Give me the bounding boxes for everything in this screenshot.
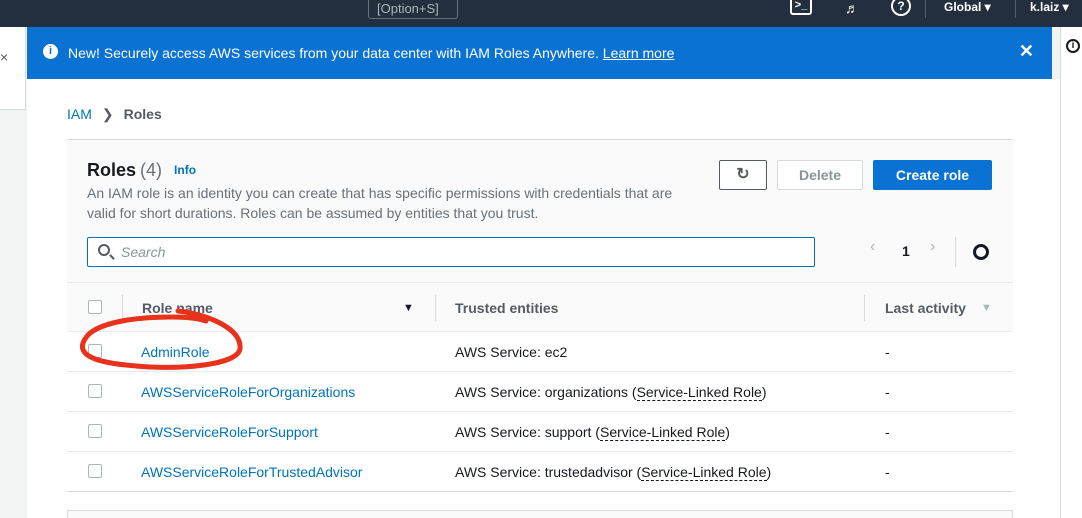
account-menu[interactable]: k.laiz ▾ [1030, 0, 1069, 14]
trusted-entity-text: AWS Service: support ( [455, 424, 600, 440]
service-linked-role-tooltip[interactable]: Service-Linked Role [636, 384, 762, 401]
page-title: Roles (4) Info [87, 160, 196, 181]
trusted-entity-text: AWS Service: organizations ( [455, 384, 637, 400]
side-nav-collapsed: × [0, 27, 26, 110]
chevron-right-icon: ❯ [101, 106, 114, 122]
banner-message: New! Securely access AWS services from y… [68, 45, 674, 61]
previous-page-icon[interactable]: ‹ [870, 238, 875, 256]
info-icon[interactable]: i [1066, 39, 1080, 53]
role-name-link[interactable]: AWSServiceRoleForTrustedAdvisor [141, 464, 362, 480]
row-checkbox[interactable] [88, 384, 102, 398]
table-row: AdminRole AWS Service: ec2 - [67, 332, 1013, 372]
create-role-button[interactable]: Create role [873, 160, 992, 190]
column-header-role-name[interactable]: Role name [142, 300, 213, 316]
column-divider[interactable] [864, 295, 865, 321]
close-icon[interactable]: × [0, 49, 8, 65]
row-checkbox[interactable] [88, 344, 102, 358]
search-shortcut-hint[interactable]: [Option+S] [368, 0, 458, 19]
trusted-entity-text: AWS Service: trustedadvisor ( [455, 464, 642, 480]
search-field[interactable] [87, 237, 815, 267]
region-selector[interactable]: Global ▾ [944, 0, 991, 14]
page-number[interactable]: 1 [902, 243, 910, 259]
trusted-entity: AWS Service: organizations (Service-Link… [455, 384, 767, 401]
sort-icon[interactable]: ▼ [981, 302, 992, 314]
table-row: AWSServiceRoleForTrustedAdvisor AWS Serv… [67, 452, 1013, 492]
refresh-icon: ↻ [736, 166, 750, 183]
bell-icon[interactable]: ♬ [840, 0, 864, 20]
search-input[interactable] [121, 242, 801, 262]
delete-button[interactable]: Delete [777, 160, 863, 190]
service-linked-role-tooltip[interactable]: Service-Linked Role [599, 424, 726, 441]
last-activity: - [885, 344, 890, 360]
main-content: IAM ❯ Roles Roles (4) Info An IAM role is an… [27, 79, 1060, 518]
notification-banner: i New! Securely access AWS services from… [27, 27, 1052, 79]
next-page-icon[interactable]: › [930, 238, 935, 256]
role-name-link[interactable]: AdminRole [141, 344, 209, 360]
roles-count: (4) [140, 160, 163, 180]
column-header-trusted-entities[interactable]: Trusted entities [455, 300, 558, 316]
pager-divider [955, 237, 956, 267]
table-row: AWSServiceRoleForOrganizations AWS Servi… [67, 372, 1013, 412]
roles-table-container: Roles (4) Info An IAM role is an identity … [67, 139, 1013, 492]
last-activity: - [885, 384, 890, 400]
table-row: AWSServiceRoleForSupport AWS Service: su… [67, 412, 1013, 452]
row-checkbox[interactable] [88, 424, 102, 438]
nav-divider [1015, 0, 1016, 18]
search-icon [98, 244, 110, 256]
help-icon[interactable]: ? [891, 0, 911, 16]
trusted-entity: AWS Service: ec2 [455, 344, 567, 360]
title-text: Roles [87, 160, 137, 180]
next-panel-edge [67, 510, 1013, 518]
cloudshell-icon[interactable]: >_ [790, 0, 812, 15]
column-divider [122, 295, 123, 321]
column-divider[interactable] [435, 295, 436, 321]
last-activity: - [885, 424, 890, 440]
top-nav: [Option+S] >_ ♬ ? Global ▾ k.laiz ▾ [0, 0, 1082, 27]
gear-icon[interactable] [973, 244, 989, 260]
breadcrumb-current: Roles [123, 106, 162, 122]
last-activity: - [885, 464, 890, 480]
refresh-button[interactable]: ↻ [719, 160, 767, 190]
info-icon: i [43, 44, 58, 59]
role-name-link[interactable]: AWSServiceRoleForOrganizations [141, 384, 355, 400]
trusted-entity: AWS Service: support (Service-Linked Rol… [455, 424, 730, 441]
column-header-last-activity[interactable]: Last activity [885, 300, 966, 316]
help-panel-rail: i [1060, 27, 1082, 518]
service-linked-role-tooltip[interactable]: Service-Linked Role [641, 464, 767, 481]
trusted-entity-text: AWS Service: ec2 [455, 344, 568, 360]
info-link[interactable]: Info [174, 163, 196, 177]
nav-divider [925, 0, 926, 18]
table-header: Role name ▼ Trusted entities Last activi… [67, 282, 1013, 332]
breadcrumb: IAM ❯ Roles [67, 106, 162, 123]
select-all-checkbox[interactable] [88, 300, 102, 314]
close-icon[interactable]: ✕ [1019, 41, 1034, 62]
learn-more-link[interactable]: Learn more [603, 45, 675, 61]
row-checkbox[interactable] [88, 464, 102, 478]
roles-header: Roles (4) Info An IAM role is an identity … [67, 140, 1013, 282]
roles-description: An IAM role is an identity you can creat… [87, 185, 673, 221]
role-name-link[interactable]: AWSServiceRoleForSupport [141, 424, 318, 440]
breadcrumb-iam[interactable]: IAM [67, 106, 92, 122]
sort-descending-icon[interactable]: ▼ [403, 302, 414, 314]
banner-text: New! Securely access AWS services from y… [68, 45, 599, 61]
trusted-entity: AWS Service: trustedadvisor (Service-Lin… [455, 464, 772, 481]
